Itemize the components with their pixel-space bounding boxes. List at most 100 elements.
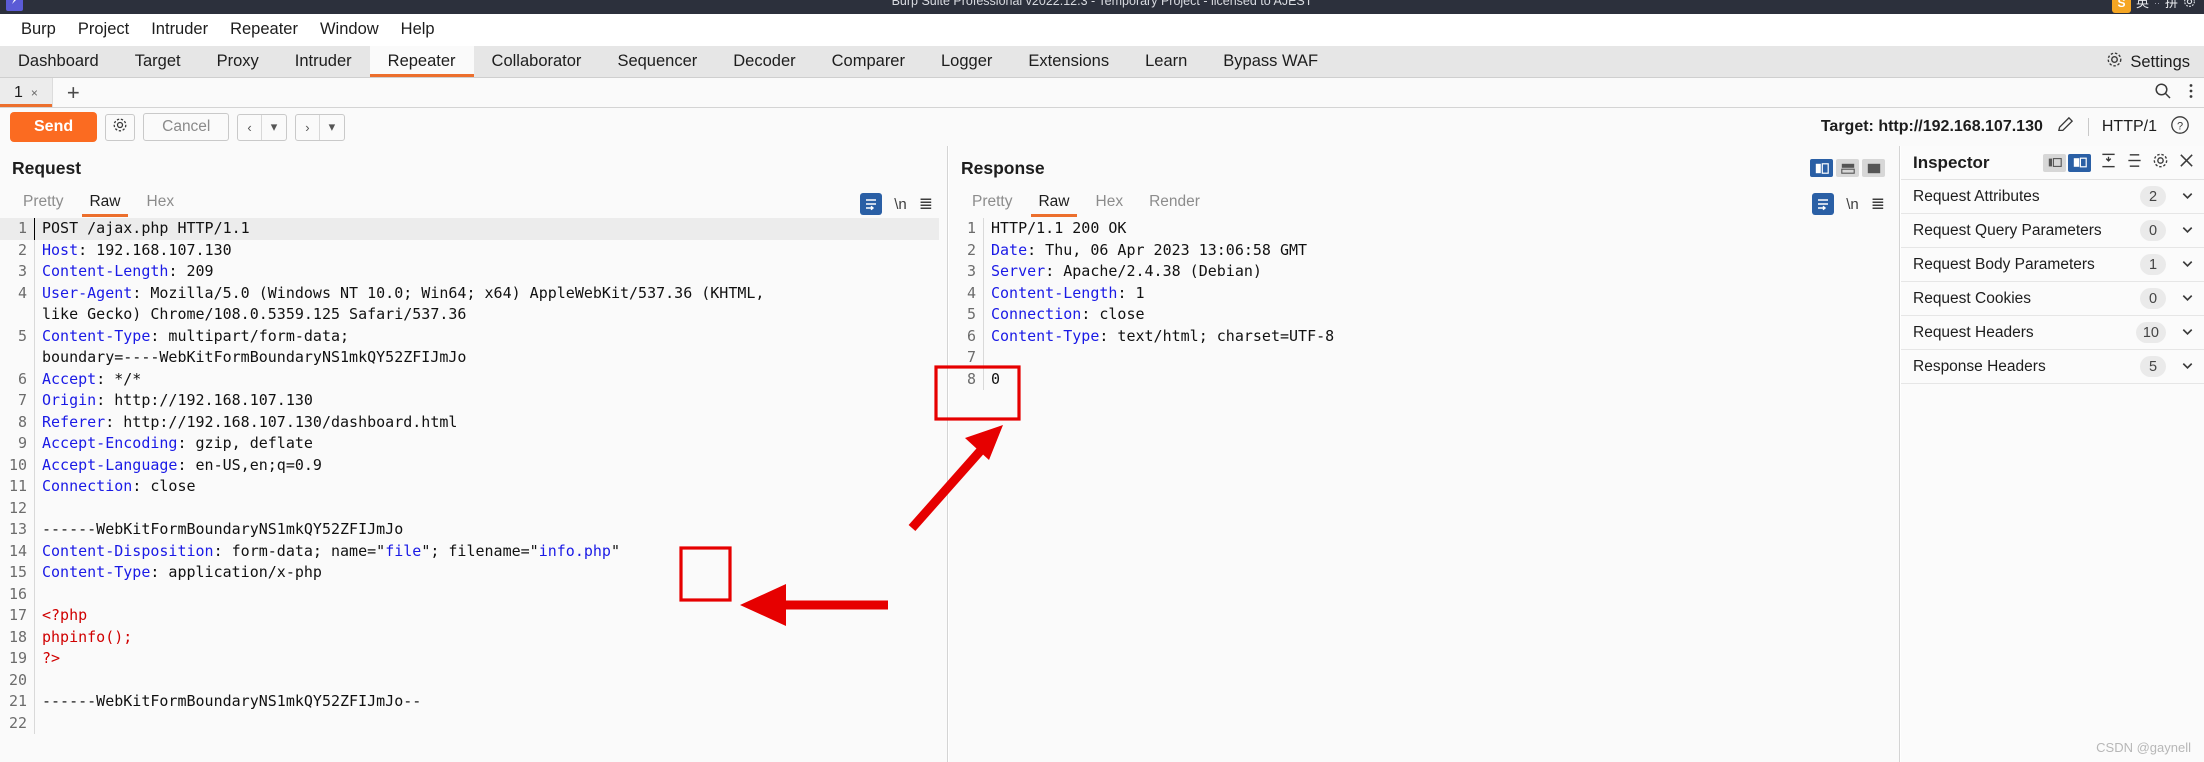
menu-item-project[interactable]: Project	[67, 18, 140, 41]
tab-target[interactable]: Target	[117, 46, 199, 77]
pencil-icon[interactable]	[2056, 115, 2075, 139]
gear-icon[interactable]	[2152, 152, 2169, 174]
tab-repeater[interactable]: Repeater	[369, 46, 474, 77]
inspector-layout-toggle[interactable]	[2043, 153, 2091, 172]
inspector-row-request-query-parameters[interactable]: Request Query Parameters 0	[1901, 214, 2204, 248]
code-line: 1 HTTP/1.1 200 OK	[949, 218, 1899, 240]
code-text: : Mozilla/5.0 (Windows NT 10.0; Win64; x…	[132, 283, 765, 302]
inspector-row-response-headers[interactable]: Response Headers 5	[1901, 350, 2204, 384]
menu-item-intruder[interactable]: Intruder	[140, 18, 219, 41]
history-forward-button[interactable]: ›	[296, 115, 318, 140]
chevron-down-icon[interactable]	[2180, 256, 2195, 274]
ime-gear-icon[interactable]	[2183, 0, 2196, 11]
ime-indicator[interactable]: S 英 ·· 拼	[2111, 0, 2196, 14]
cancel-button[interactable]: Cancel	[143, 113, 230, 141]
code-line: 4 User-Agent: Mozilla/5.0 (Windows NT 10.…	[0, 282, 947, 304]
http-header-name: Referer	[42, 412, 106, 431]
code-line-text: Accept-Language: en-US,en;q=0.9	[35, 455, 322, 477]
tab-decoder[interactable]: Decoder	[715, 46, 813, 77]
view-mode-rows-icon[interactable]	[1836, 159, 1859, 177]
search-icon[interactable]	[2154, 82, 2172, 105]
http-version-label[interactable]: HTTP/1	[2102, 118, 2157, 136]
menu-item-burp[interactable]: Burp	[10, 18, 67, 41]
tab-sequencer[interactable]: Sequencer	[599, 46, 715, 77]
history-back-dropdown[interactable]: ▾	[260, 114, 287, 140]
response-tab-render[interactable]: Render	[1136, 193, 1213, 217]
response-editor-actions: \n ≣	[1812, 193, 1885, 215]
word-wrap-icon[interactable]	[860, 193, 883, 215]
code-text: : http://192.168.107.130	[96, 391, 313, 409]
tab-intruder[interactable]: Intruder	[277, 46, 370, 77]
tab-extensions[interactable]: Extensions	[1010, 46, 1127, 77]
request-tab-hex[interactable]: Hex	[134, 193, 188, 217]
inspector-row-count: 0	[2140, 220, 2166, 241]
code-text: : multipart/form-data;	[150, 326, 350, 345]
code-line-text: Host: 192.168.107.130	[35, 240, 232, 262]
word-wrap-icon[interactable]	[1812, 193, 1835, 215]
response-tab-pretty[interactable]: Pretty	[959, 193, 1025, 217]
tab-learn[interactable]: Learn	[1127, 46, 1205, 77]
request-editor[interactable]: 1 POST /ajax.php HTTP/1.1 2 Host: 192.168.1…	[0, 218, 947, 762]
history-back-button[interactable]: ‹	[238, 115, 260, 140]
line-number: 5	[17, 326, 27, 345]
newline-icon[interactable]: \n	[894, 196, 907, 213]
settings-button[interactable]: Settings	[2106, 46, 2190, 78]
request-tab-pretty[interactable]: Pretty	[10, 193, 76, 217]
tab-comparer[interactable]: Comparer	[814, 46, 923, 77]
tab-collaborator[interactable]: Collaborator	[474, 46, 600, 77]
inspector-row-request-body-parameters[interactable]: Request Body Parameters 1	[1901, 248, 2204, 282]
http-header-name: Content-Type	[42, 563, 151, 581]
editor-menu-icon[interactable]: ≣	[919, 194, 933, 214]
chevron-down-icon[interactable]	[2180, 222, 2195, 240]
help-circle-icon[interactable]: ?	[2170, 115, 2190, 140]
history-forward-dropdown[interactable]: ▾	[318, 114, 345, 140]
quoted-value: info	[538, 541, 575, 560]
panel-split-icon[interactable]	[2068, 153, 2091, 172]
send-button[interactable]: Send	[10, 112, 98, 142]
tab-dashboard[interactable]: Dashboard	[0, 46, 117, 77]
view-mode-split-icon[interactable]	[1810, 159, 1833, 177]
newline-icon[interactable]: \n	[1846, 196, 1859, 213]
burp-suite-window: Burp Suite Professional v2022.12.3 - Tem…	[0, 0, 2204, 762]
inspector-row-request-cookies[interactable]: Request Cookies 0	[1901, 282, 2204, 316]
ime-dot-icon: ··	[2153, 0, 2160, 8]
code-text: : close	[1081, 305, 1145, 323]
request-scrollbar[interactable]	[939, 218, 947, 762]
close-icon[interactable]	[2178, 152, 2195, 174]
chevron-down-icon[interactable]	[2180, 324, 2195, 342]
response-tab-hex[interactable]: Hex	[1083, 193, 1137, 217]
response-tab-raw[interactable]: Raw	[1025, 193, 1082, 217]
add-repeater-tab-button[interactable]: +	[53, 78, 94, 107]
inspector-row-request-attributes[interactable]: Request Attributes 2	[1901, 180, 2204, 214]
repeater-tab-1[interactable]: 1 ×	[0, 78, 53, 107]
request-tab-raw[interactable]: Raw	[76, 193, 133, 217]
main-tab-bar: Dashboard Target Proxy Intruder Repeater…	[0, 46, 2204, 78]
tab-logger[interactable]: Logger	[923, 46, 1010, 77]
chevron-down-icon[interactable]	[2180, 290, 2195, 308]
inspector-row-count: 2	[2140, 186, 2166, 207]
panel-left-icon[interactable]	[2043, 153, 2066, 172]
view-mode-full-icon[interactable]	[1862, 159, 1885, 177]
tab-proxy[interactable]: Proxy	[199, 46, 277, 77]
tab-bypass-waf[interactable]: Bypass WAF	[1205, 46, 1336, 77]
ime-mode-label[interactable]: 拼	[2165, 0, 2178, 10]
burp-logo-icon	[6, 0, 23, 11]
editor-menu-icon[interactable]: ≣	[1871, 194, 1885, 214]
menu-item-repeater[interactable]: Repeater	[219, 18, 309, 41]
history-back-group[interactable]: ‹ ▾	[237, 113, 288, 141]
inspector-row-request-headers[interactable]: Request Headers 10	[1901, 316, 2204, 350]
close-icon[interactable]: ×	[31, 86, 38, 100]
expand-all-icon[interactable]	[2126, 152, 2143, 174]
collapse-all-icon[interactable]	[2100, 152, 2117, 174]
response-editor[interactable]: 1 HTTP/1.1 200 OK 2 Date: Thu, 06 Apr 2023 …	[949, 218, 1899, 762]
line-number: 3	[966, 262, 976, 280]
chevron-down-icon[interactable]	[2180, 358, 2195, 376]
vertical-dots-icon[interactable]	[2188, 82, 2194, 105]
repeater-tab-actions	[2154, 78, 2194, 108]
menu-item-help[interactable]: Help	[390, 18, 446, 41]
history-forward-group[interactable]: › ▾	[295, 113, 346, 141]
menu-item-window[interactable]: Window	[309, 18, 390, 41]
repeater-settings-button[interactable]	[105, 113, 136, 141]
ime-lang-label[interactable]: 英	[2136, 0, 2149, 10]
chevron-down-icon[interactable]	[2180, 188, 2195, 206]
